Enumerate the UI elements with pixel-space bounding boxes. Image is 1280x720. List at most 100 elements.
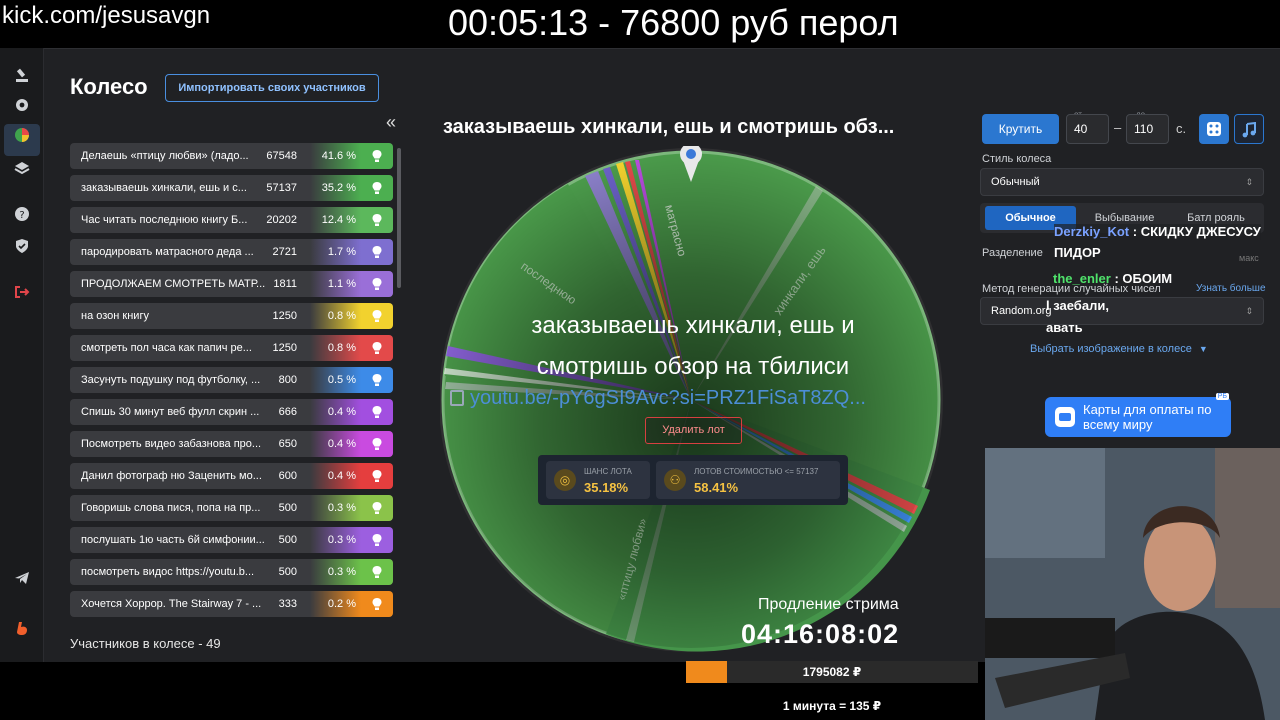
chat-message: ПИДОР — [1054, 245, 1101, 260]
participant-percent: 0.5 % — [327, 374, 356, 386]
chat-message: : ОБОИМ — [1114, 271, 1173, 286]
seconds-label: с. — [1176, 121, 1187, 136]
from-input[interactable]: 40 — [1066, 114, 1109, 144]
list-item[interactable]: послушать 1ю часть 6й симфонии... 500 0.3 … — [70, 527, 393, 553]
spin-button[interactable]: Крутить — [982, 114, 1059, 144]
lightbulb-icon[interactable] — [361, 495, 393, 521]
chevron-updown-icon: ⇕ — [1245, 306, 1253, 316]
promo-text: Карты для оплаты по всему миру — [1083, 402, 1212, 432]
participant-percent: 0.4 % — [327, 438, 356, 450]
list-item[interactable]: заказываешь хинкали, ешь и с... 57137 35.2… — [70, 175, 393, 201]
copy-icon[interactable] — [450, 390, 464, 406]
participant-percent: 0.4 % — [327, 470, 356, 482]
gavel-icon[interactable] — [10, 66, 34, 90]
lightbulb-icon[interactable] — [361, 303, 393, 329]
boosty-icon[interactable] — [10, 620, 34, 644]
to-input[interactable]: 110 — [1126, 114, 1169, 144]
list-item[interactable]: Говоришь слова пися, попа на пр... 500 0.3… — [70, 495, 393, 521]
range-dash: – — [1114, 120, 1122, 135]
stat-value: 58.41% — [694, 480, 739, 495]
collapse-panel-button[interactable]: « — [386, 112, 396, 133]
max-label: макс — [1239, 253, 1259, 263]
participant-name: заказываешь хинкали, ешь и с... — [81, 182, 247, 194]
list-item[interactable]: Час читать последнюю книгу Б... 20202 12.4… — [70, 207, 393, 233]
gear-icon[interactable] — [10, 97, 34, 121]
list-item[interactable]: пародировать матрасного деда ... 2721 1.7 … — [70, 239, 393, 265]
lightbulb-icon[interactable] — [361, 207, 393, 233]
import-participants-button[interactable]: Импортировать своих участников — [165, 74, 379, 102]
list-item[interactable]: Посмотреть видео забазнова про... 650 0.4 … — [70, 431, 393, 457]
participant-name: Засунуть подушку под футболку, ... — [81, 374, 261, 386]
participant-percent: 0.4 % — [327, 406, 356, 418]
participant-percent: 0.3 % — [327, 534, 356, 546]
list-scrollbar[interactable] — [397, 148, 401, 288]
participant-amount: 1250 — [272, 310, 297, 322]
chat-message: : СКИДКУ ДЖЕСУСУ — [1132, 224, 1261, 239]
lightbulb-icon[interactable] — [361, 239, 393, 265]
list-item[interactable]: Делаешь «птицу любви» (ладо... 67548 41.6 … — [70, 143, 393, 169]
choose-image-link[interactable]: Выбрать изображение в колесе ▼ — [1030, 343, 1208, 355]
wheel-style-select[interactable]: Обычный ⇕ — [980, 168, 1264, 196]
lightbulb-icon[interactable] — [361, 367, 393, 393]
rng-method-value: Random.org — [991, 305, 1052, 317]
card-icon — [1055, 407, 1075, 427]
lightbulb-icon[interactable] — [361, 271, 393, 297]
shield-icon[interactable] — [10, 238, 34, 262]
promo-banner[interactable]: Карты для оплаты по всему миру РБ — [1045, 393, 1231, 437]
list-item[interactable]: смотреть пол часа как папич ре... 1250 0.8… — [70, 335, 393, 361]
learn-more-link[interactable]: Узнать больше — [1196, 283, 1266, 294]
participant-percent: 1.7 % — [327, 246, 356, 258]
participant-amount: 500 — [278, 502, 297, 514]
layers-icon[interactable] — [10, 160, 34, 184]
channel-url: kick.com/jesusavgn — [2, 2, 211, 29]
chat-message: авать — [1046, 320, 1083, 335]
winner-text: заказываешь хинкали, ешь и смотришь обзо… — [531, 312, 855, 380]
lightbulb-icon[interactable] — [361, 143, 393, 169]
delete-lot-button[interactable]: Удалить лот — [645, 417, 742, 444]
participant-amount: 1811 — [273, 278, 297, 290]
participant-amount: 666 — [278, 406, 297, 418]
participant-amount: 333 — [278, 598, 297, 610]
logout-icon[interactable] — [10, 284, 34, 308]
donation-progress: 1795082 ₽ — [686, 661, 978, 683]
group-icon: ⚇ — [664, 469, 686, 491]
participant-name: ПРОДОЛЖАЕМ СМОТРЕТЬ МАТР... — [81, 278, 266, 290]
participant-name: Хочется Хоррор. The Stairway 7 - ... — [81, 598, 262, 610]
participant-percent: 0.8 % — [327, 310, 356, 322]
music-icon[interactable] — [1234, 114, 1264, 144]
dice-icon[interactable] — [1199, 114, 1229, 144]
lightbulb-icon[interactable] — [361, 527, 393, 553]
participant-name: Данил фотограф ню Заценить мо... — [81, 470, 262, 482]
participant-amount: 600 — [278, 470, 297, 482]
stat-cheaper-lots: ⚇ ЛОТОВ СТОИМОСТЬЮ <= 57137 58.41% — [656, 461, 840, 499]
list-item[interactable]: на озон книгу 1250 0.8 % — [70, 303, 393, 329]
help-icon[interactable]: ? — [10, 206, 34, 230]
list-item[interactable]: Засунуть подушку под футболку, ... 800 0.5… — [70, 367, 393, 393]
participant-name: Говоришь слова пися, попа на пр... — [81, 502, 261, 514]
lightbulb-icon[interactable] — [361, 335, 393, 361]
list-item[interactable]: посмотреть видос https://youtu.b... 500 0.… — [70, 559, 393, 585]
telegram-icon[interactable] — [10, 570, 34, 594]
target-icon: ◎ — [554, 469, 576, 491]
rate-text: 1 минута = 135 ₽ — [782, 699, 882, 713]
list-item[interactable]: Хочется Хоррор. The Stairway 7 - ... 333 0… — [70, 591, 393, 617]
list-item[interactable]: Спишь 30 минут веб фулл скрин ... 666 0.4 … — [70, 399, 393, 425]
choose-image-label[interactable]: Выбрать изображение в колесе — [1030, 343, 1192, 355]
lightbulb-icon[interactable] — [361, 559, 393, 585]
lightbulb-icon[interactable] — [361, 591, 393, 617]
participant-percent: 41.6 % — [321, 150, 356, 162]
list-item[interactable]: ПРОДОЛЖАЕМ СМОТРЕТЬ МАТР... 1811 1.1 % — [70, 271, 393, 297]
lightbulb-icon[interactable] — [361, 463, 393, 489]
winner-link-text[interactable]: youtu.be/-pY6gSI9Avc?si=PRZ1FiSaT8ZQ... — [470, 387, 866, 409]
lightbulb-icon[interactable] — [361, 175, 393, 201]
list-item[interactable]: Данил фотограф ню Заценить мо... 600 0.4 % — [70, 463, 393, 489]
participant-amount: 2721 — [272, 246, 297, 258]
participant-name: Посмотреть видео забазнова про... — [81, 438, 262, 450]
participant-name: смотреть пол часа как папич ре... — [81, 342, 252, 354]
lightbulb-icon[interactable] — [361, 399, 393, 425]
rng-method-select[interactable]: Random.org ⇕ — [980, 297, 1264, 325]
pie-chart-icon[interactable] — [4, 124, 40, 156]
lightbulb-icon[interactable] — [361, 431, 393, 457]
stream-timer: 00:05:13 - 76800 руб перол — [448, 2, 899, 43]
winner-link[interactable]: youtu.be/-pY6gSI9Avc?si=PRZ1FiSaT8ZQ... — [448, 387, 918, 410]
